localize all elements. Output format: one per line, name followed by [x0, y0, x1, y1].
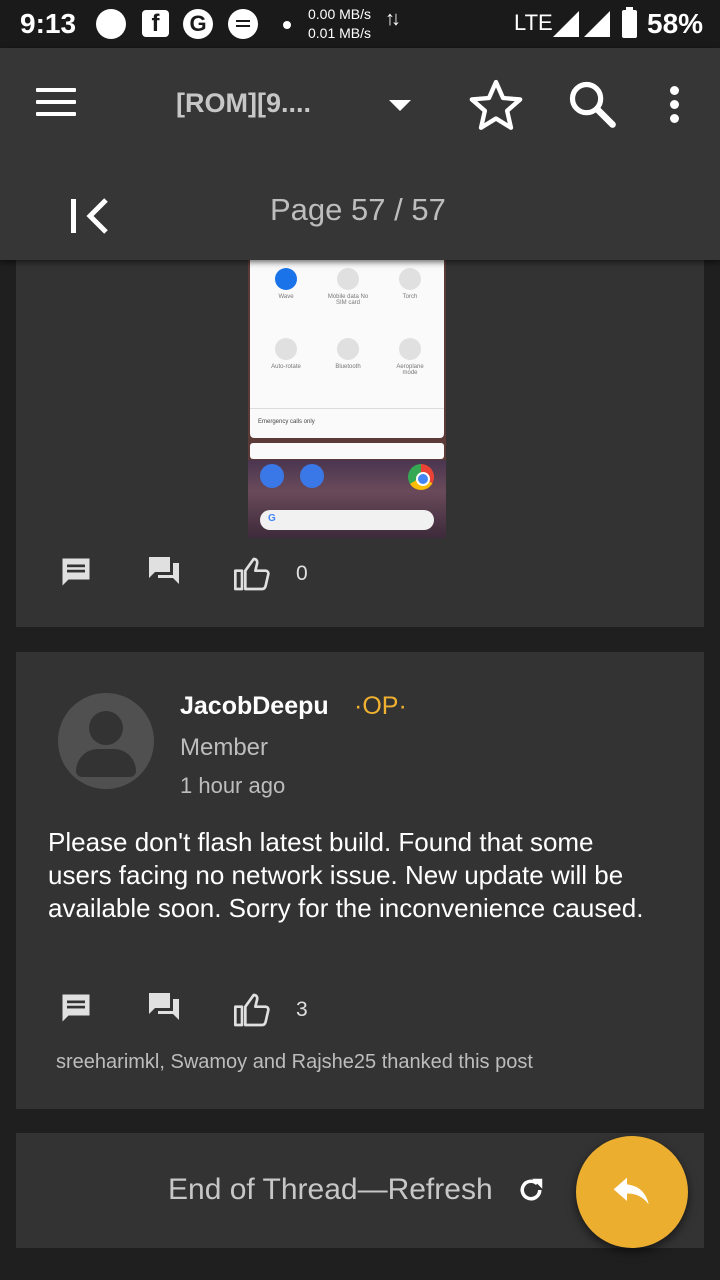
messages-app-icon	[300, 464, 324, 488]
comment-icon[interactable]	[56, 990, 96, 1026]
chevron-down-icon[interactable]	[389, 100, 411, 111]
page-indicator: Page 57 / 57	[270, 192, 446, 227]
post-actions: 3	[56, 990, 456, 1030]
op-badge: ·OP·	[354, 692, 407, 720]
quote-icon[interactable]	[144, 990, 184, 1026]
qs-tile: Wave	[264, 268, 308, 300]
star-icon[interactable]	[466, 76, 526, 134]
avatar[interactable]	[58, 693, 154, 789]
network-speed: 0.00 MB/s 0.01 MB/s	[308, 5, 371, 43]
first-page-icon[interactable]	[68, 196, 112, 236]
status-bar: 9:13 f G 0.00 MB/s 0.01 MB/s ↑↓ LTE 58%	[0, 0, 720, 48]
message-icon	[228, 9, 258, 39]
notification-circle-icon	[96, 9, 126, 39]
menu-icon[interactable]	[36, 88, 76, 118]
chrome-app-icon	[408, 464, 434, 490]
refresh-icon[interactable]	[516, 1175, 546, 1205]
qs-tile: Bluetooth	[326, 338, 370, 370]
thumbs-up-icon[interactable]	[230, 554, 274, 594]
battery-percent: 58%	[647, 8, 704, 39]
qs-tile: Mobile data No SIM card	[326, 268, 370, 306]
qs-status-bar: Emergency calls only	[250, 408, 444, 438]
google-search-bar: G	[260, 510, 434, 530]
download-speed: 0.01 MB/s	[308, 25, 372, 41]
thumbs-up-icon[interactable]	[230, 990, 274, 1030]
post-card: JacobDeepu ·OP· Member 1 hour ago Please…	[16, 652, 704, 1109]
transfer-arrows-icon: ↑↓	[385, 8, 401, 30]
app-toolbar: [ROM][9.... Page 57 / 57	[0, 48, 720, 260]
phone-app-icon	[260, 464, 284, 488]
quote-icon[interactable]	[144, 554, 184, 590]
google-icon: G	[183, 9, 213, 39]
thanks-text[interactable]: sreeharimkl, Swamoy and Rajshe25 thanked…	[56, 1051, 533, 1074]
qs-tile: Aeroplane mode	[388, 338, 432, 376]
search-icon[interactable]	[566, 78, 618, 130]
author-name[interactable]: JacobDeepu	[180, 692, 329, 721]
post-actions: 0	[56, 554, 456, 594]
signal-icon	[584, 11, 610, 37]
signal-icon	[553, 11, 579, 37]
author-role: Member	[180, 734, 269, 761]
network-type: LTE	[514, 10, 553, 35]
notification-strip	[250, 443, 444, 459]
post-body: Please don't flash latest build. Found t…	[48, 827, 644, 923]
upload-speed: 0.00 MB/s	[308, 6, 372, 22]
qs-tile: Torch	[388, 268, 432, 300]
attached-screenshot[interactable]: Wave Mobile data No SIM card Torch Auto-…	[248, 260, 446, 538]
qs-tile: Auto-rotate	[264, 338, 308, 370]
reply-fab-button[interactable]	[576, 1136, 688, 1248]
reply-icon	[613, 1177, 649, 1205]
comment-icon[interactable]	[56, 554, 96, 590]
like-count: 0	[296, 562, 308, 585]
like-count: 3	[296, 998, 308, 1021]
thread-title[interactable]: [ROM][9....	[176, 88, 311, 119]
home-screen: G	[248, 460, 446, 538]
end-of-thread-label[interactable]: End of Thread—Refresh	[168, 1173, 493, 1207]
quick-settings-panel: Wave Mobile data No SIM card Torch Auto-…	[250, 260, 444, 438]
battery-icon	[622, 7, 637, 38]
facebook-icon: f	[142, 10, 169, 37]
status-time: 9:13	[20, 8, 77, 39]
post-time: 1 hour ago	[180, 773, 286, 798]
more-vert-icon[interactable]	[670, 86, 682, 126]
post-card: Wave Mobile data No SIM card Torch Auto-…	[16, 260, 704, 627]
notification-dot-icon	[283, 21, 291, 29]
